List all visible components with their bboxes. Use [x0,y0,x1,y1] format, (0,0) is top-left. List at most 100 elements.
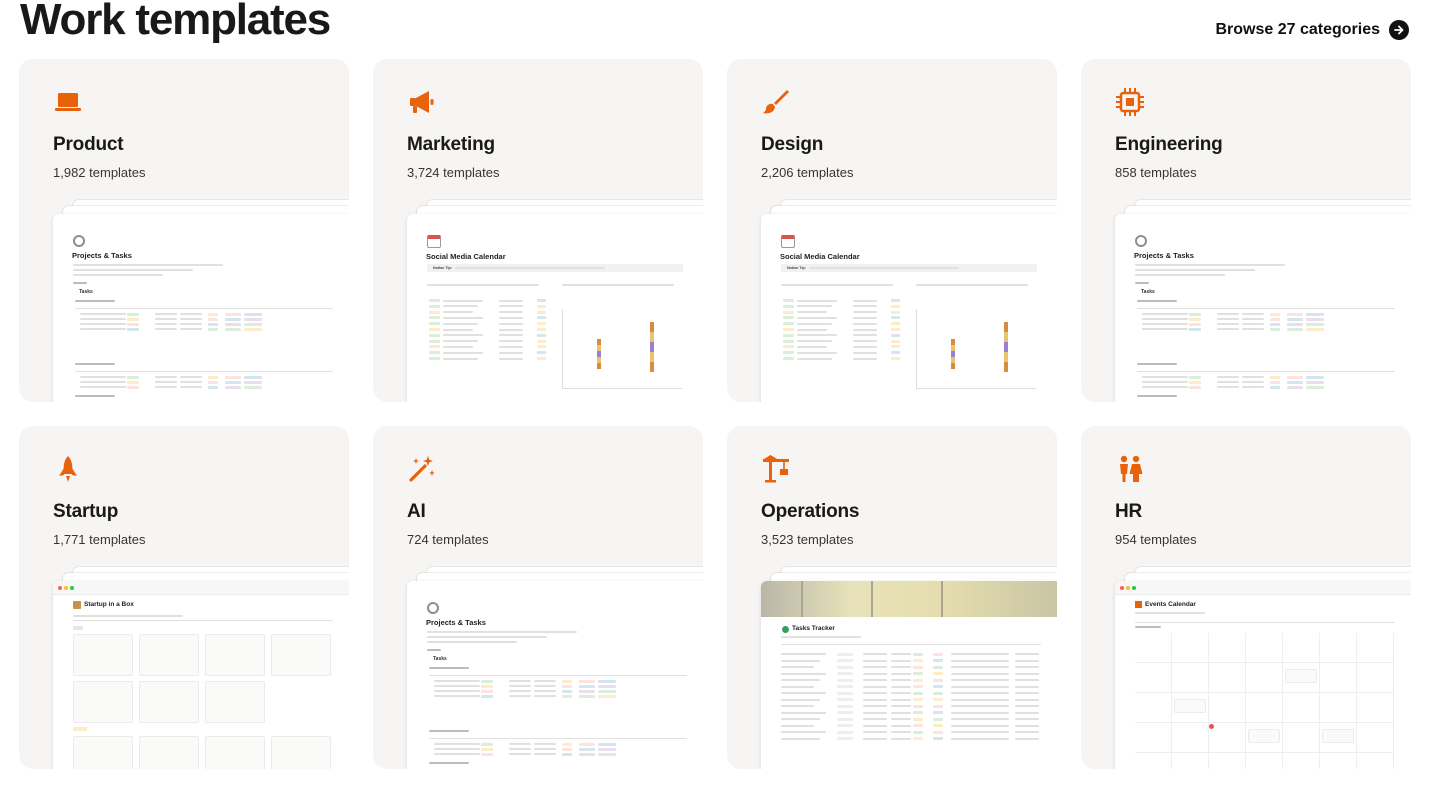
preview-decoration [1217,376,1239,378]
preview-decoration [933,672,943,675]
preview-decoration [225,317,241,321]
category-card-startup[interactable]: Startup 1,771 templates Startup in a Box [19,426,349,769]
preview-decoration [499,334,523,337]
rocket-icon [53,454,83,484]
category-card-engineering[interactable]: Engineering 858 templates Projects & Tas… [1081,59,1411,402]
preview-decoration [913,665,923,669]
preview-decoration [853,328,877,331]
preview-decoration [73,727,87,731]
preview-decoration [443,334,483,337]
preview-decoration [891,672,911,675]
category-card-ai[interactable]: AI 724 templates Projects & Tasks Tasks [373,426,703,769]
preview-decoration [1015,698,1039,701]
preview-decoration [951,666,1009,668]
preview-decoration [783,316,794,320]
preview-decoration [951,672,1009,675]
preview-decoration [598,742,616,746]
preview-decoration [863,731,887,733]
category-card-product[interactable]: Product 1,982 templates Projects & Tasks… [19,59,349,402]
preview-decoration [933,711,943,714]
preview-decoration [781,711,826,714]
chart-bar-segment [1004,332,1008,342]
preview-decoration [863,653,887,655]
preview-decoration [427,636,547,638]
preview-decoration [1137,300,1177,302]
category-card-operations[interactable]: Operations 3,523 templates Tasks Tracker [727,426,1057,769]
window-control [1132,586,1136,590]
preview-decoration [208,380,218,384]
preview-decoration [127,380,139,384]
preview-decoration [1287,375,1303,379]
preview-decoration [1270,317,1280,321]
calendar-cell [1246,633,1283,663]
preview-decoration [429,345,440,349]
box-icon [73,601,81,609]
calendar-cell [1357,663,1394,693]
preview-decoration [783,322,794,326]
window-control [1120,586,1124,590]
preview-decoration [891,731,911,733]
preview-decoration [933,691,943,695]
preview-decoration [80,318,126,320]
preview-decoration [797,357,832,360]
preview-decoration [499,305,523,308]
preview-decoration [537,339,546,343]
category-card-design[interactable]: Design 2,206 templates Social Media Cale… [727,59,1057,402]
cover-image-detail [871,581,873,617]
category-title: Engineering [1115,134,1223,155]
preview-decoration [1015,711,1039,714]
preview-decoration [933,678,943,682]
preview-decoration [537,328,546,331]
preview-decoration [837,737,853,740]
preview-decoration [80,328,126,330]
preview-decoration [863,692,887,694]
preview-decoration [1306,380,1324,384]
preview-decoration [244,322,262,326]
calendar-cell [1172,633,1209,663]
category-card-marketing[interactable]: Marketing 3,724 templates Social Media C… [373,59,703,402]
category-title: Operations [761,501,860,522]
preview-decoration [951,731,1009,733]
category-count: 2,206 templates [761,165,854,180]
category-title: Product [53,134,124,155]
window-control [1126,586,1130,590]
preview-decoration [537,310,546,314]
preview-decoration [155,386,177,388]
template-tile [271,634,331,676]
chart-bar-segment [1004,322,1008,332]
preview-decoration [891,322,900,326]
preview-decoration [891,711,911,714]
preview-decoration [75,363,115,365]
browse-categories-link[interactable]: Browse 27 categories [1215,20,1409,40]
preview-title: Social Media Calendar [426,252,506,261]
calendar-cell [1209,753,1246,769]
preview-decoration [579,679,595,683]
preview-decoration [853,305,877,308]
preview-decoration [225,380,241,384]
preview-decoration [481,752,493,756]
preview-title: Projects & Tasks [1134,251,1194,260]
cover-image-detail [941,581,943,617]
preview-decoration [781,644,1041,645]
preview-decoration [781,672,826,675]
preview-decoration [933,665,943,669]
calendar-cell [1357,723,1394,753]
preview-decoration [1189,385,1201,389]
preview-decoration [579,752,595,756]
preview-decoration [429,304,440,308]
preview-decoration [443,311,473,314]
preview-decoration [951,659,1009,662]
preview-decoration [429,310,440,314]
calendar-cell [1246,693,1283,723]
category-card-hr[interactable]: HR 954 templates Events Calendar [1081,426,1411,769]
preview-decoration [208,312,218,316]
preview-decoration [913,672,923,675]
preview-decoration [429,667,469,669]
chart-bar-segment [1004,352,1008,362]
preview-decoration [951,685,1009,688]
preview-decoration [781,636,861,638]
target-icon [427,602,439,614]
category-title: HR [1115,501,1143,522]
preview-decoration [429,730,469,732]
preview-decoration [1217,328,1239,330]
